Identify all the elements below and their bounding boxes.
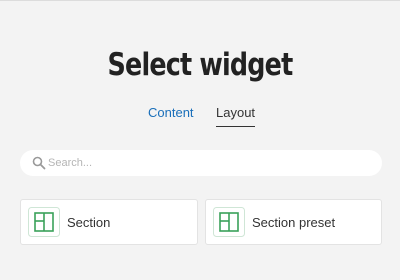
section-preset-icon	[213, 207, 245, 237]
page-title: Select widget	[107, 47, 294, 83]
search-icon	[32, 156, 46, 170]
section-icon	[28, 207, 60, 237]
search-bar[interactable]	[20, 150, 382, 176]
widget-section-label: Section	[67, 215, 111, 230]
tab-content[interactable]: Content	[148, 104, 194, 122]
widget-section-preset-label: Section preset	[252, 215, 336, 230]
tab-bar: Content Layout	[0, 104, 400, 128]
tab-layout[interactable]: Layout	[216, 104, 256, 127]
widget-section[interactable]: Section	[20, 199, 198, 245]
widget-section-preset[interactable]: Section preset	[205, 199, 382, 245]
search-input[interactable]	[48, 153, 368, 173]
top-divider	[0, 0, 400, 1]
